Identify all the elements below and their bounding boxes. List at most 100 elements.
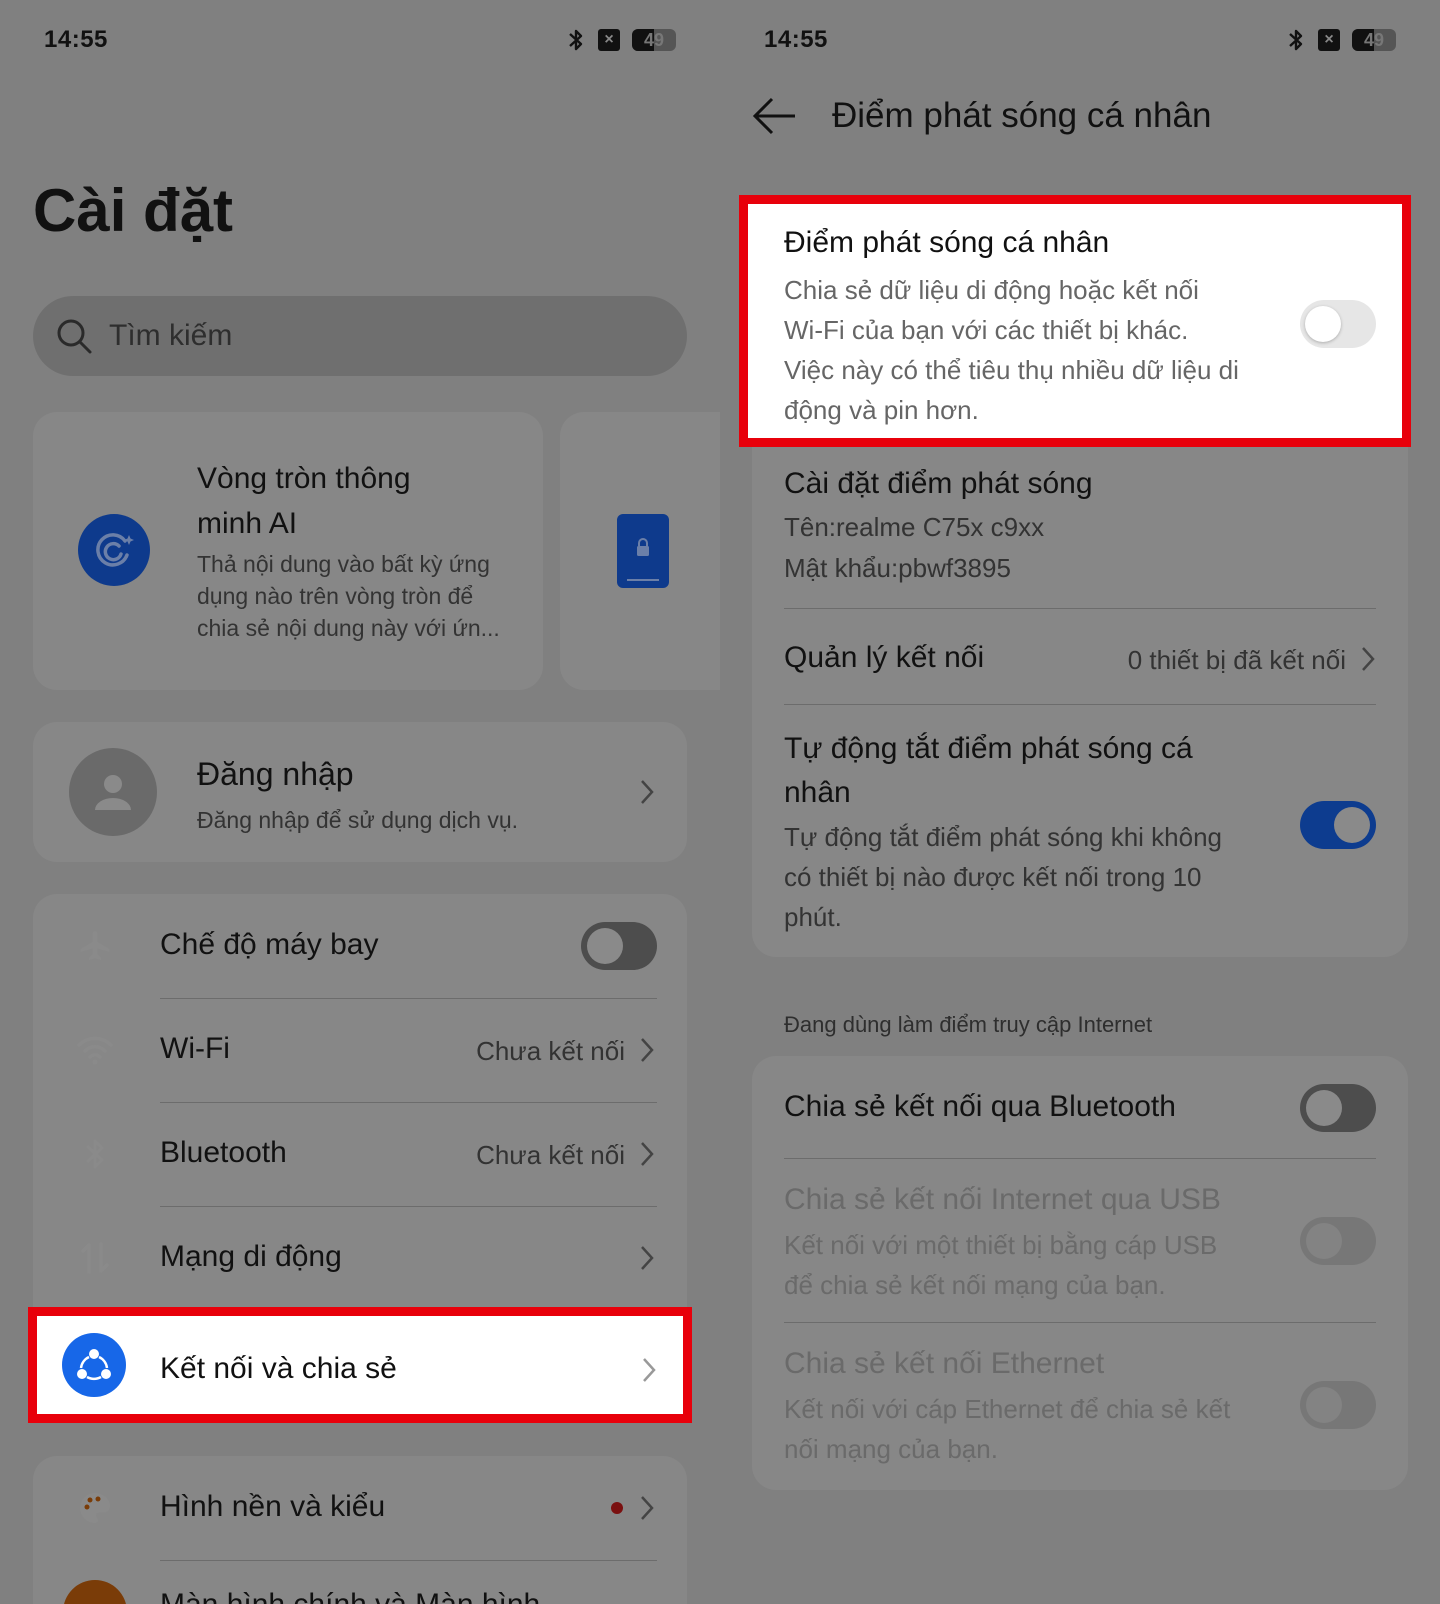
lock-phone-icon bbox=[617, 514, 669, 588]
chevron-right-icon bbox=[1362, 647, 1375, 671]
chevron-right-icon bbox=[641, 1496, 654, 1520]
hotspot-config-title: Cài đặt điểm phát sóng bbox=[784, 467, 1093, 500]
hotspot-title: Điểm phát sóng cá nhân bbox=[784, 226, 1110, 259]
status-time: 14:55 bbox=[764, 26, 828, 53]
ai-circle-icon bbox=[78, 514, 150, 586]
battery-icon: 49 bbox=[1352, 29, 1396, 51]
chevron-right-icon bbox=[641, 1246, 654, 1270]
bluetooth-tether-row[interactable]: Chia sẻ kết nối qua Bluetooth bbox=[752, 1056, 1408, 1158]
usb-tether-toggle[interactable] bbox=[1300, 1217, 1376, 1265]
hotspot-desc-line2: Wi-Fi của bạn với các thiết bị khác. bbox=[784, 315, 1189, 345]
auto-off-row[interactable]: Tự động tắt điểm phát sóng cá nhân Tự độ… bbox=[752, 705, 1408, 955]
auto-off-title-line2: nhân bbox=[784, 776, 851, 809]
hotspot-settings-card: Cài đặt điểm phát sóng Tên:realme C75x c… bbox=[752, 447, 1408, 957]
hotspot-name: Tên:realme C75x c9xx bbox=[784, 512, 1045, 542]
auto-off-desc-line2: có thiết bị nào được kết nối trong 10 bbox=[784, 862, 1202, 892]
battery-icon: 49 bbox=[632, 29, 676, 51]
ai-circle-card[interactable]: Vòng tròn thông minh AI Thả nội dung vào… bbox=[33, 412, 543, 690]
status-time: 14:55 bbox=[44, 26, 108, 53]
airplane-mode-label: Chế độ máy bay bbox=[160, 928, 379, 961]
connection-sharing-row[interactable]: Kết nối và chia sẻ bbox=[28, 1307, 692, 1423]
back-arrow-icon[interactable] bbox=[752, 96, 798, 136]
search-icon bbox=[57, 319, 92, 354]
wallpaper-label: Hình nền và kiểu bbox=[160, 1490, 386, 1523]
nfc-status-icon: × bbox=[598, 29, 620, 51]
palette-icon bbox=[63, 1476, 127, 1540]
notification-dot bbox=[611, 1502, 623, 1514]
ai-card-title-line2: minh AI bbox=[197, 507, 298, 540]
airplane-mode-row[interactable]: Chế độ máy bay bbox=[33, 894, 687, 998]
manage-connections-row[interactable]: Quản lý kết nối 0 thiết bị đã kết nối bbox=[752, 609, 1408, 705]
hotspot-desc-line1: Chia sẻ dữ liệu di động hoặc kết nối bbox=[784, 275, 1199, 305]
auto-off-toggle[interactable] bbox=[1300, 801, 1376, 849]
home-screen-icon bbox=[63, 1580, 127, 1604]
ai-card-title: Vòng tròn thông minh AI bbox=[197, 456, 411, 546]
search-placeholder: Tìm kiếm bbox=[109, 319, 233, 352]
connection-sharing-label: Kết nối và chia sẻ bbox=[160, 1352, 397, 1385]
ethernet-tether-row[interactable]: Chia sẻ kết nối Ethernet Kết nối với cáp… bbox=[752, 1323, 1408, 1489]
usb-tether-desc: Kết nối với một thiết bị bằng cáp USB để… bbox=[784, 1225, 1217, 1305]
ethernet-tether-desc: Kết nối với cáp Ethernet để chia sẻ kết … bbox=[784, 1389, 1230, 1469]
login-card[interactable]: Đăng nhập Đăng nhập để sử dụng dịch vụ. bbox=[33, 722, 687, 862]
ethernet-tether-desc-line2: nối mạng của bạn. bbox=[784, 1434, 998, 1464]
auto-off-desc: Tự động tắt điểm phát sóng khi không có … bbox=[784, 817, 1222, 937]
bluetooth-tether-title: Chia sẻ kết nối qua Bluetooth bbox=[784, 1090, 1176, 1123]
ethernet-tether-desc-line1: Kết nối với cáp Ethernet để chia sẻ kết bbox=[784, 1394, 1231, 1424]
battery-level: 49 bbox=[1363, 29, 1385, 50]
hotspot-desc-line4: động và pin hơn. bbox=[784, 395, 979, 425]
display-card: Hình nền và kiểu Màn hình chính và Màn h… bbox=[33, 1456, 687, 1604]
ai-card-desc-line2: dụng nào trên vòng tròn để bbox=[197, 583, 474, 609]
search-bar[interactable]: Tìm kiếm bbox=[33, 296, 687, 376]
hotspot-desc-line3: Việc này có thể tiêu thụ nhiều dữ liệu d… bbox=[784, 355, 1239, 385]
usb-tether-desc-line1: Kết nối với một thiết bị bằng cáp USB bbox=[784, 1230, 1218, 1260]
wifi-status: Chưa kết nối bbox=[476, 1036, 625, 1066]
header-title: Điểm phát sóng cá nhân bbox=[832, 96, 1212, 135]
hotspot-toggle-row[interactable]: Điểm phát sóng cá nhân Chia sẻ dữ liệu d… bbox=[739, 195, 1411, 447]
auto-off-desc-line3: phút. bbox=[784, 902, 842, 932]
hotspot-config-details: Tên:realme C75x c9xx Mật khẩu:pbwf3895 bbox=[784, 507, 1044, 589]
chevron-right-icon bbox=[643, 1358, 656, 1382]
hotspot-config-row[interactable]: Cài đặt điểm phát sóng Tên:realme C75x c… bbox=[752, 447, 1408, 607]
bluetooth-row[interactable]: Bluetooth Chưa kết nối bbox=[33, 1102, 687, 1206]
nfc-status-icon: × bbox=[1318, 29, 1340, 51]
wifi-label: Wi-Fi bbox=[160, 1032, 230, 1065]
mobile-network-label: Mạng di động bbox=[160, 1240, 342, 1273]
bluetooth-status: Chưa kết nối bbox=[476, 1140, 625, 1170]
auto-off-title: Tự động tắt điểm phát sóng cá nhân bbox=[784, 727, 1193, 815]
tethering-card: Chia sẻ kết nối qua Bluetooth Chia sẻ kế… bbox=[752, 1056, 1408, 1490]
share-connection-icon bbox=[62, 1333, 126, 1397]
ai-card-desc-line1: Thả nội dung vào bất kỳ ứng bbox=[197, 551, 490, 577]
bluetooth-status-icon bbox=[569, 29, 583, 51]
mobile-network-row[interactable]: Mạng di động bbox=[33, 1206, 687, 1310]
auto-off-desc-line1: Tự động tắt điểm phát sóng khi không bbox=[784, 822, 1223, 852]
airplane-mode-toggle[interactable] bbox=[581, 922, 657, 970]
bluetooth-label: Bluetooth bbox=[160, 1136, 287, 1169]
battery-level: 49 bbox=[643, 29, 665, 50]
bluetooth-status-icon bbox=[1289, 29, 1303, 51]
chevron-right-icon bbox=[641, 1038, 654, 1062]
manage-connections-title: Quản lý kết nối bbox=[784, 641, 985, 674]
usb-tether-title: Chia sẻ kết nối Internet qua USB bbox=[784, 1183, 1221, 1216]
section-label: Đang dùng làm điểm truy cập Internet bbox=[784, 1012, 1153, 1037]
ethernet-tether-toggle[interactable] bbox=[1300, 1381, 1376, 1429]
app-lock-card[interactable] bbox=[560, 412, 720, 690]
login-subtitle: Đăng nhập để sử dụng dịch vụ. bbox=[197, 807, 519, 833]
hotspot-desc: Chia sẻ dữ liệu di động hoặc kết nối Wi-… bbox=[784, 270, 1239, 430]
bluetooth-tether-toggle[interactable] bbox=[1300, 1084, 1376, 1132]
mobile-data-icon bbox=[63, 1226, 127, 1290]
home-screen-row[interactable]: Màn hình chính và Màn hình bbox=[33, 1560, 687, 1604]
bluetooth-icon bbox=[63, 1122, 127, 1186]
ai-card-title-line1: Vòng tròn thông bbox=[197, 462, 411, 495]
wifi-icon bbox=[63, 1018, 127, 1082]
status-icons: × 49 bbox=[1286, 28, 1396, 52]
chevron-right-icon bbox=[641, 1142, 654, 1166]
ai-card-desc: Thả nội dung vào bất kỳ ứng dụng nào trê… bbox=[197, 548, 500, 644]
login-title: Đăng nhập bbox=[197, 756, 354, 792]
wallpaper-row[interactable]: Hình nền và kiểu bbox=[33, 1456, 687, 1560]
ai-card-desc-line3: chia sẻ nội dung này với ứn... bbox=[197, 615, 500, 641]
home-screen-label: Màn hình chính và Màn hình bbox=[160, 1588, 540, 1604]
wifi-row[interactable]: Wi-Fi Chưa kết nối bbox=[33, 998, 687, 1102]
hotspot-toggle[interactable] bbox=[1300, 300, 1376, 348]
hotspot-password: Mật khẩu:pbwf3895 bbox=[784, 553, 1011, 583]
usb-tether-row[interactable]: Chia sẻ kết nối Internet qua USB Kết nối… bbox=[752, 1159, 1408, 1323]
